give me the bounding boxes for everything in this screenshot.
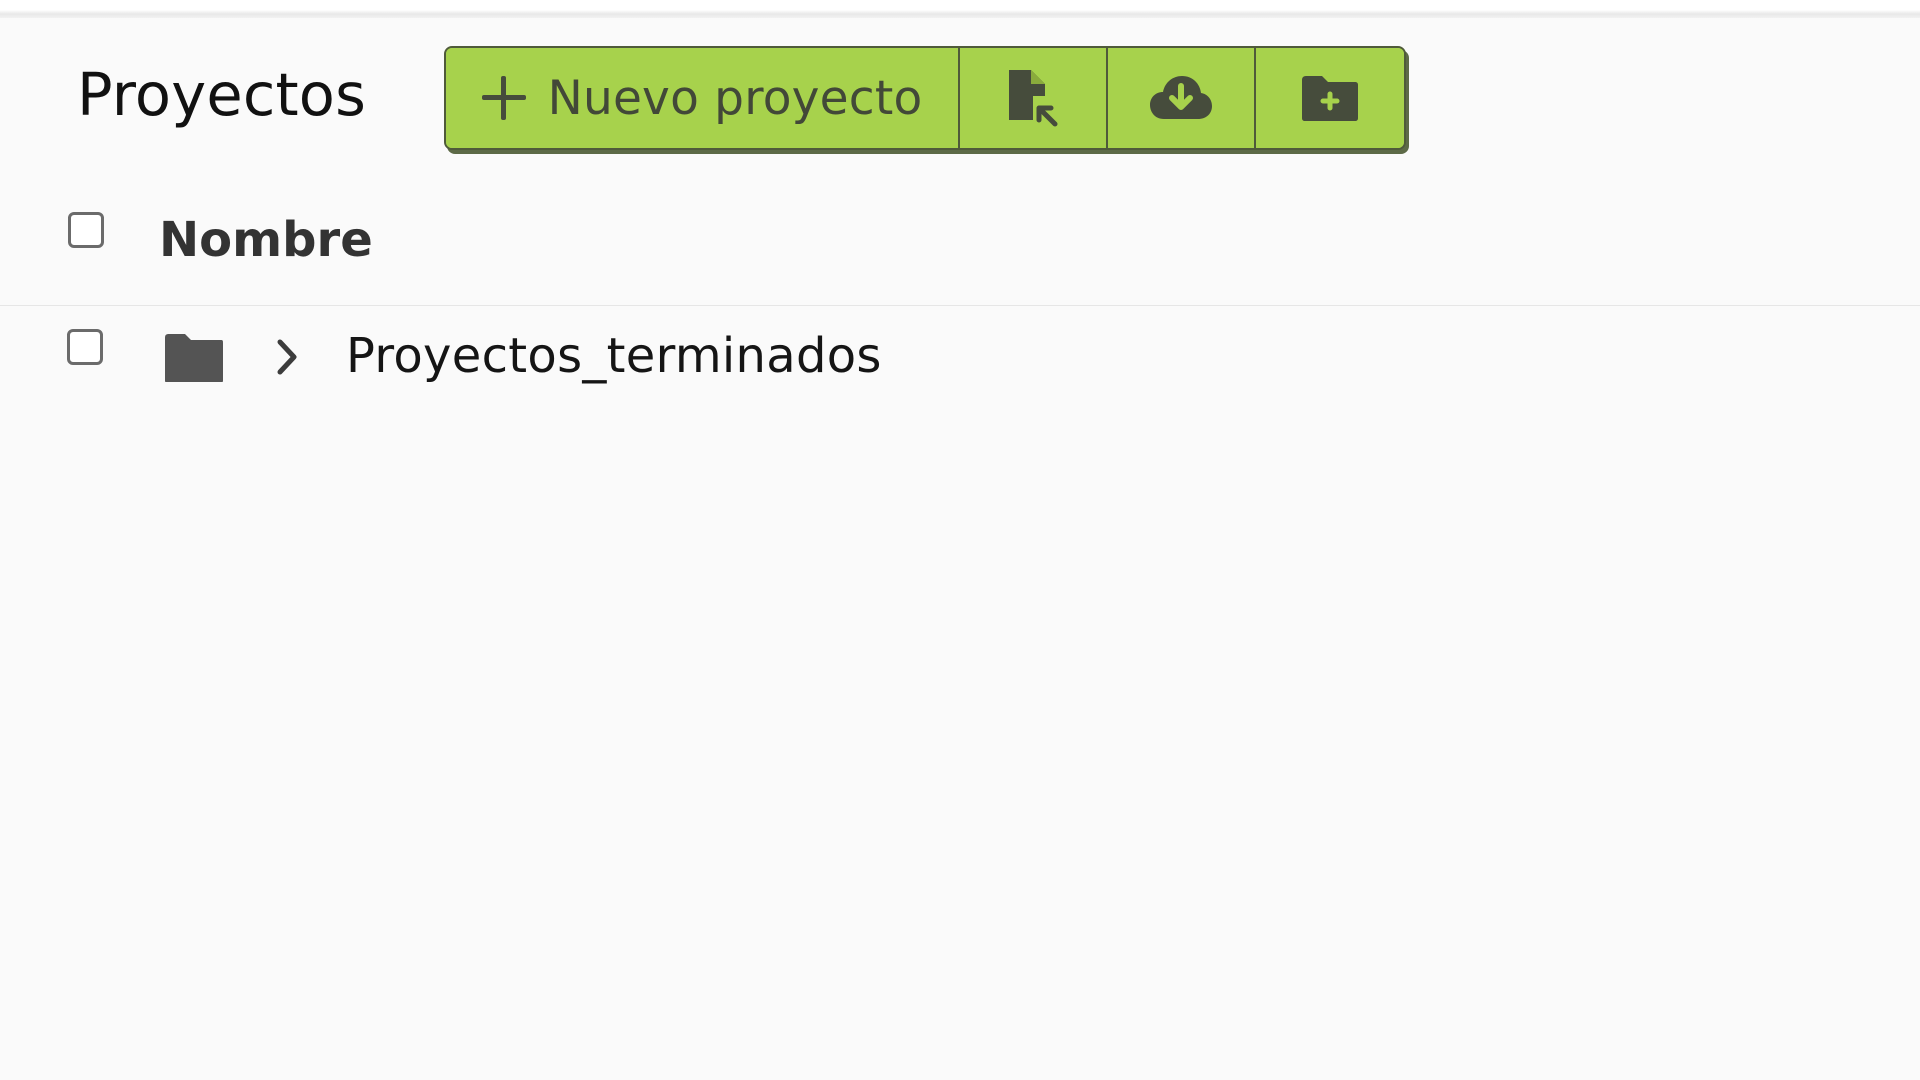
folder-icon <box>165 334 223 382</box>
new-project-button[interactable]: Nuevo proyecto <box>446 48 960 148</box>
select-all-checkbox[interactable] <box>68 212 104 248</box>
projects-page: Proyectos Nuevo proyecto Nombre Proyecto… <box>0 0 1920 1080</box>
row-checkbox[interactable] <box>67 329 103 365</box>
page-title: Proyectos <box>77 60 367 129</box>
cloud-download-icon <box>1150 76 1212 119</box>
new-project-label: Nuevo proyecto <box>547 70 923 126</box>
import-file-button[interactable] <box>960 48 1108 148</box>
table-row[interactable]: Proyectos_terminados <box>0 306 1920 406</box>
plus-icon <box>481 76 526 120</box>
top-divider <box>0 0 1920 18</box>
new-folder-button[interactable] <box>1256 48 1404 148</box>
file-import-icon <box>1009 70 1061 128</box>
column-header-name[interactable]: Nombre <box>159 212 373 268</box>
chevron-right-icon[interactable] <box>271 336 303 378</box>
page-header: Proyectos Nuevo proyecto <box>0 46 1920 150</box>
folder-plus-icon <box>1302 76 1358 121</box>
list-header: Nombre <box>0 190 1920 306</box>
cloud-download-button[interactable] <box>1108 48 1256 148</box>
folder-name[interactable]: Proyectos_terminados <box>346 328 882 384</box>
project-toolbar: Nuevo proyecto <box>444 46 1406 150</box>
